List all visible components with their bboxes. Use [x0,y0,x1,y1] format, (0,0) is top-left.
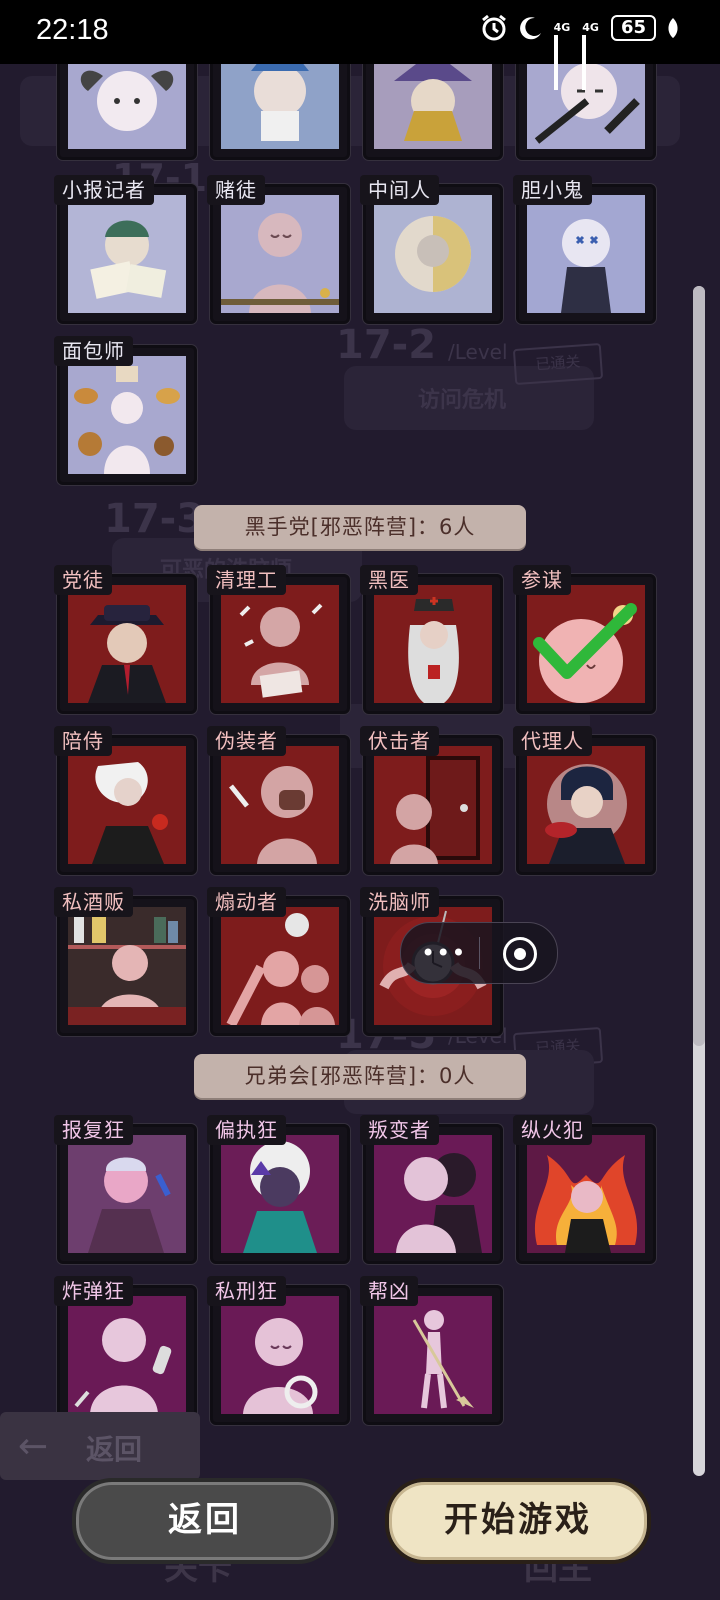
role-art [374,585,492,703]
role-label: 面包师 [54,336,133,366]
role-art [221,1296,339,1414]
status-time: 22:18 [36,14,109,46]
role-art [221,746,339,864]
role-card-escort[interactable]: 陪侍 [54,726,197,875]
role-label: 参谋 [513,565,571,595]
role-label: 报复狂 [54,1115,133,1145]
faction-banner-black-hand: 黑手党[邪恶阵营]：6人 [194,505,526,549]
alarm-icon [480,14,508,42]
role-card-coward[interactable]: 胆小鬼 [513,175,656,324]
role-label: 中间人 [360,175,439,205]
role-card-disguiser[interactable]: 伪装者 [207,726,350,875]
role-card-paranoid[interactable]: 偏执狂 [207,1115,350,1264]
scrollbar[interactable] [693,286,705,1476]
role-card-accomplice[interactable]: 帮凶 [360,1276,503,1425]
role-art [374,1135,492,1253]
role-art [68,1135,186,1253]
role-label: 叛变者 [360,1115,439,1145]
close-target-icon[interactable] [503,937,537,971]
capsule-divider [479,937,480,969]
status-bar: 22:18 4G 4G 65 [0,0,720,90]
scrollbar-thumb[interactable] [693,286,705,1046]
role-label: 清理工 [207,565,286,595]
role-label: 代理人 [513,726,592,756]
role-label: 炸弹狂 [54,1276,133,1306]
role-label: 陪侍 [54,726,112,756]
role-card-traitor[interactable]: 叛变者 [360,1115,503,1264]
role-art [68,1296,186,1414]
role-card-arsonist[interactable]: 纵火犯 [513,1115,656,1264]
signal-icon: 4G [582,16,601,90]
role-label: 煽动者 [207,887,286,917]
role-card-baker[interactable]: 面包师 [54,336,197,485]
role-art [68,907,186,1025]
role-card-avenger[interactable]: 报复狂 [54,1115,197,1264]
role-art [374,1296,492,1414]
role-label: 偏执狂 [207,1115,286,1145]
role-card-bootlegger[interactable]: 私酒贩 [54,887,197,1036]
role-card-proxy[interactable]: 代理人 [513,726,656,875]
role-label: 胆小鬼 [513,175,592,205]
role-art [374,195,492,313]
role-label: 小报记者 [54,175,154,205]
role-label: 伪装者 [207,726,286,756]
role-card-bomber[interactable]: 炸弹狂 [54,1276,197,1425]
back-button[interactable]: 返回 [72,1478,338,1564]
role-label: 洗脑师 [360,887,439,917]
role-label: 赌徒 [207,175,265,205]
role-art [221,907,339,1025]
role-art [527,195,645,313]
role-label: 黑医 [360,565,418,595]
miniprogram-capsule: ••• [400,922,558,984]
role-label: 纵火犯 [513,1115,592,1145]
role-card-black-doctor[interactable]: 黑医 [360,565,503,714]
role-label: 帮凶 [360,1276,418,1306]
role-card-mobster[interactable]: 党徒 [54,565,197,714]
role-art [68,356,186,474]
role-card-cleaner[interactable]: 清理工 [207,565,350,714]
role-card-tabloid-reporter[interactable]: 小报记者 [54,175,197,324]
role-label: 伏击者 [360,726,439,756]
role-art [374,746,492,864]
moon-icon [518,15,544,41]
role-art [68,195,186,313]
role-art [527,1135,645,1253]
background-back-button: ← 返回 [0,1412,200,1480]
more-icon[interactable]: ••• [421,941,465,965]
role-art [527,585,645,703]
battery-icon: 65 [610,15,656,41]
leaf-icon [666,17,680,39]
role-art [527,746,645,864]
role-card-vigilante[interactable]: 私刑狂 [207,1276,350,1425]
start-game-button[interactable]: 开始游戏 [385,1478,651,1564]
faction-banner-brotherhood: 兄弟会[邪恶阵营]：0人 [194,1054,526,1098]
role-art [68,585,186,703]
role-card-ambusher[interactable]: 伏击者 [360,726,503,875]
role-art [68,746,186,864]
signal-icon: 4G [553,16,573,90]
arrow-left-icon: ← [18,1426,49,1467]
role-art [221,1135,339,1253]
role-selection-panel: 小报记者 赌徒 中间人 胆小鬼 面包师 黑手党[邪恶阵营]：6人 党徒 清理工 … [0,20,720,1484]
status-icons: 4G 4G 65 [480,14,680,90]
role-art [221,585,339,703]
role-label: 私酒贩 [54,887,133,917]
role-card-middleman[interactable]: 中间人 [360,175,503,324]
role-label: 私刑狂 [207,1276,286,1306]
role-card-gambler[interactable]: 赌徒 [207,175,350,324]
role-art [221,195,339,313]
role-card-instigator[interactable]: 煽动者 [207,887,350,1036]
role-card-consigliere[interactable]: 参谋 [513,565,656,714]
role-label: 党徒 [54,565,112,595]
